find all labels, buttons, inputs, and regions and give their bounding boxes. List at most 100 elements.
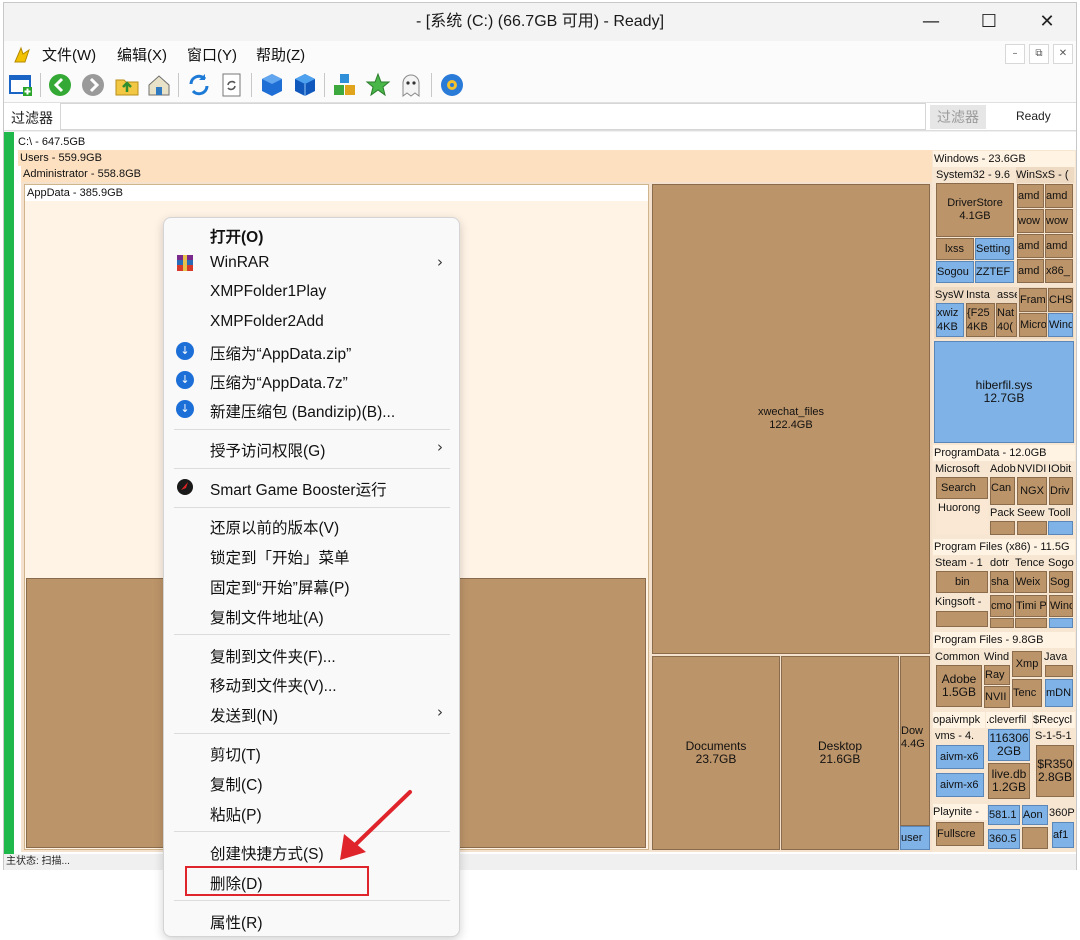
tm-pf-wind[interactable]: Wind xyxy=(984,649,1010,665)
maximize-button[interactable]: ☐ xyxy=(960,3,1018,41)
tm-amd-5[interactable]: amd xyxy=(1017,259,1044,283)
up-folder-icon[interactable] xyxy=(114,72,140,98)
tm-360-5[interactable]: 360.5 xyxy=(988,829,1020,849)
tm-pd-driv[interactable]: Driv xyxy=(1049,477,1073,505)
close-button[interactable]: ✕ xyxy=(1018,3,1076,41)
ctx-grant-access[interactable]: 授予访问权限(G) › xyxy=(164,435,459,463)
tm-xwechat-files[interactable]: xwechat_files 122.4GB xyxy=(652,184,930,654)
ctx-copy-to-folder[interactable]: 复制到文件夹(F)... xyxy=(164,641,459,669)
tm-sysw[interactable]: SysW xyxy=(935,288,965,302)
tm-wow-1[interactable]: wow xyxy=(1017,209,1044,233)
tm-pf-adobe[interactable]: Adobe 1.5GB xyxy=(936,665,982,707)
tm-pd-tool[interactable]: Tooll xyxy=(1048,506,1074,520)
tm-asse[interactable]: asse xyxy=(997,288,1017,302)
tm-zztef[interactable]: ZZTEF xyxy=(975,261,1014,283)
tm-desktop[interactable]: Desktop 21.6GB xyxy=(781,656,899,850)
tm-pf-tenc[interactable]: Tenc xyxy=(1012,679,1042,707)
tm-nat[interactable]: Nat 40( xyxy=(996,303,1017,337)
tm-chs[interactable]: CHS xyxy=(1048,288,1073,312)
refresh-page-icon[interactable] xyxy=(219,72,245,98)
tm-116306[interactable]: 116306 2GB xyxy=(988,729,1030,761)
tm-amd-1[interactable]: amd xyxy=(1017,184,1044,208)
tm-pd-adob[interactable]: Adob xyxy=(990,461,1016,477)
tm-amd-2[interactable]: amd xyxy=(1045,184,1073,208)
tm-recycle[interactable]: $Recycl xyxy=(1033,712,1075,728)
tm-f25[interactable]: {F25 4KB xyxy=(966,303,995,337)
forward-icon[interactable] xyxy=(80,72,106,98)
tm-playnite-block[interactable] xyxy=(1022,827,1048,849)
tm-x86[interactable]: x86_ xyxy=(1045,259,1073,283)
tm-wind-small[interactable]: Wind xyxy=(1048,313,1073,337)
tm-pf-common[interactable]: Common xyxy=(935,649,983,665)
blocks-icon[interactable] xyxy=(332,72,358,98)
tm-downloads[interactable]: Dow 4.4G xyxy=(900,656,930,826)
tm-pf86-block[interactable] xyxy=(1015,618,1047,628)
tm-pd-nvidi[interactable]: NVIDI xyxy=(1017,461,1047,477)
tm-pd-block[interactable] xyxy=(1048,521,1073,535)
tm-program-files-x86[interactable]: Program Files (x86) - 11.5G xyxy=(933,539,1075,555)
settings-gear-icon[interactable] xyxy=(439,72,465,98)
mdi-close-button[interactable]: ✕ xyxy=(1053,44,1073,64)
tm-pf-java[interactable]: Java xyxy=(1044,649,1074,665)
tm-livedb[interactable]: live.db 1.2GB xyxy=(988,763,1030,799)
tm-pf-ray[interactable]: Ray xyxy=(984,665,1010,685)
ctx-properties[interactable]: 属性(R) xyxy=(164,907,459,935)
tm-winsxs[interactable]: WinSxS - ( xyxy=(1016,167,1074,183)
tm-af1[interactable]: af1 xyxy=(1052,822,1074,848)
tm-opaivmpk[interactable]: opaivmpk xyxy=(933,712,985,728)
home-icon[interactable] xyxy=(146,72,172,98)
tm-setting[interactable]: Setting xyxy=(975,238,1014,260)
tm-r350[interactable]: $R350 2.8GB xyxy=(1036,745,1074,797)
mdi-minimize-button[interactable]: – xyxy=(1005,44,1025,64)
ctx-compress-zip[interactable]: ↓ 压缩为“AppData.zip” xyxy=(164,338,459,366)
ctx-bandizip-new[interactable]: ↓ 新建压缩包 (Bandizip)(B)... xyxy=(164,396,459,424)
tm-insta[interactable]: Insta xyxy=(966,288,996,302)
refresh-icon[interactable] xyxy=(186,72,212,98)
tm-users[interactable]: Users - 559.9GB xyxy=(18,150,932,166)
tm-pf86-timi[interactable]: Timi P xyxy=(1015,595,1047,617)
tm-pf-xmp[interactable]: Xmp xyxy=(1012,651,1042,677)
ctx-xmpfolder1play[interactable]: XMPFolder1Play xyxy=(164,279,459,307)
ctx-pin-start-screen[interactable]: 固定到“开始”屏幕(P) xyxy=(164,572,459,600)
ghost-icon[interactable] xyxy=(398,72,424,98)
menu-file[interactable]: 文件(W) xyxy=(42,44,96,65)
star-icon[interactable] xyxy=(365,72,391,98)
tm-hiberfil[interactable]: hiberfil.sys 12.7GB xyxy=(934,341,1074,443)
tm-programdata[interactable]: ProgramData - 12.0GB xyxy=(933,445,1075,461)
tm-playnite[interactable]: Playnite - xyxy=(933,804,987,820)
tm-s15[interactable]: S-1-5-1 xyxy=(1035,728,1075,744)
tm-cleverfil[interactable]: .cleverfil xyxy=(986,712,1032,728)
tm-system32[interactable]: System32 - 9.6 xyxy=(934,167,1016,183)
ctx-cut[interactable]: 剪切(T) xyxy=(164,739,459,767)
tm-pf86-weix[interactable]: Weix xyxy=(1015,571,1047,593)
menu-edit[interactable]: 编辑(X) xyxy=(117,44,167,65)
tm-360p[interactable]: 360P xyxy=(1049,805,1075,821)
ctx-xmpfolder2add[interactable]: XMPFolder2Add xyxy=(164,309,459,337)
tm-micro[interactable]: Micro xyxy=(1019,313,1047,337)
tm-pf-mdn[interactable]: mDN xyxy=(1045,679,1073,707)
tm-pd-block[interactable] xyxy=(990,521,1015,535)
tm-vms[interactable]: vms - 4. xyxy=(935,728,985,744)
tm-aivm-2[interactable]: aivm-x6 xyxy=(936,773,984,797)
tm-lxss[interactable]: lxss xyxy=(936,238,974,260)
tm-aon[interactable]: Aon xyxy=(1022,805,1048,825)
tm-pd-huorong[interactable]: Huorong xyxy=(936,500,988,534)
back-icon[interactable] xyxy=(47,72,73,98)
tm-xwiz[interactable]: xwiz 4KB xyxy=(936,303,964,337)
tm-pf86-bin[interactable]: bin xyxy=(936,571,988,593)
tm-pf-nvi[interactable]: NVII xyxy=(984,686,1010,708)
tm-wow-2[interactable]: wow xyxy=(1045,209,1073,233)
tm-aivm-1[interactable]: aivm-x6 xyxy=(936,745,984,769)
tm-sogou[interactable]: Sogou xyxy=(936,261,974,283)
tm-pf86-block[interactable] xyxy=(936,611,988,627)
tm-pf86-tence[interactable]: Tence xyxy=(1015,555,1047,571)
tm-pd-ngx[interactable]: NGX xyxy=(1017,477,1047,505)
menu-window[interactable]: 窗口(Y) xyxy=(187,44,237,65)
tm-pf86-dotr[interactable]: dotr xyxy=(990,555,1014,571)
tm-fullscre[interactable]: Fullscre xyxy=(936,822,984,846)
tm-pf86-kingsoft[interactable]: Kingsoft - xyxy=(935,594,989,610)
ctx-pin-start-menu[interactable]: 锁定到「开始」菜单 xyxy=(164,542,459,570)
ctx-move-to-folder[interactable]: 移动到文件夹(V)... xyxy=(164,670,459,698)
filter-input[interactable] xyxy=(60,103,926,130)
tm-pf86-sogo[interactable]: Sogo xyxy=(1048,555,1074,571)
